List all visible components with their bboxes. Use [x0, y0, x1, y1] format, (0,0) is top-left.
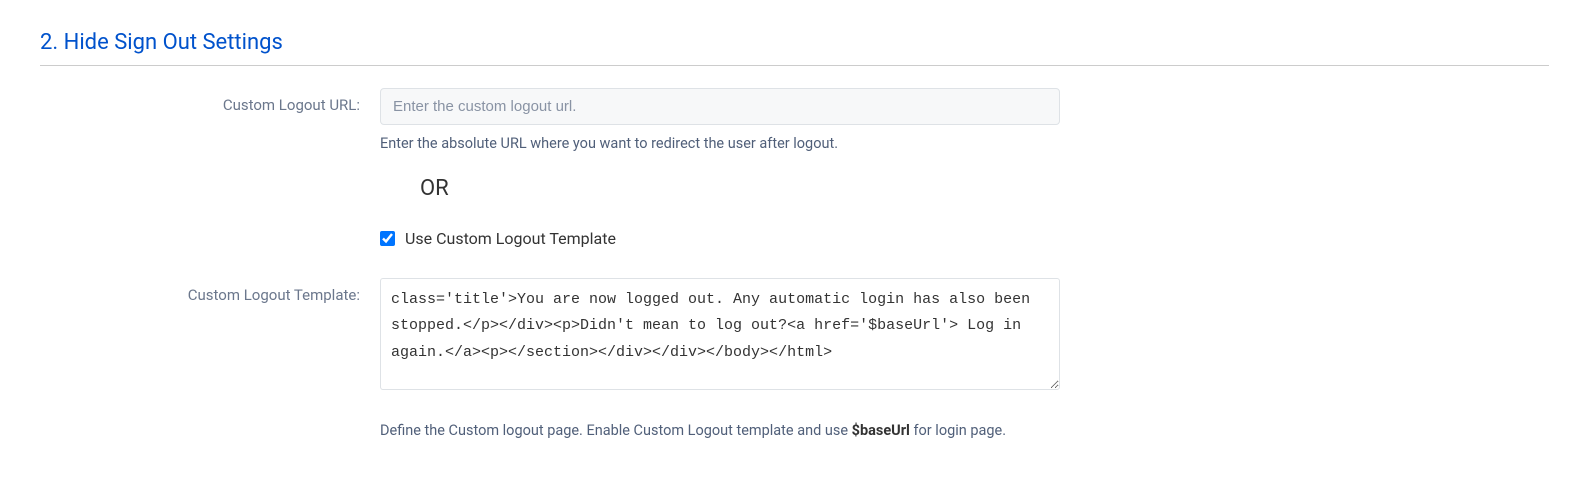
- or-divider: OR: [420, 176, 1060, 201]
- custom-logout-url-label: Custom Logout URL:: [40, 88, 380, 114]
- use-custom-template-checkbox[interactable]: [380, 231, 395, 246]
- use-custom-template-label: Use Custom Logout Template: [405, 229, 616, 248]
- custom-logout-url-help: Enter the absolute URL where you want to…: [380, 135, 1060, 152]
- section-title: 2. Hide Sign Out Settings: [40, 30, 1549, 66]
- custom-logout-template-label: Custom Logout Template:: [40, 278, 380, 304]
- custom-logout-template-textarea[interactable]: [380, 278, 1060, 390]
- custom-logout-template-help: Define the Custom logout page. Enable Cu…: [380, 422, 1060, 439]
- custom-logout-url-input[interactable]: [380, 88, 1060, 125]
